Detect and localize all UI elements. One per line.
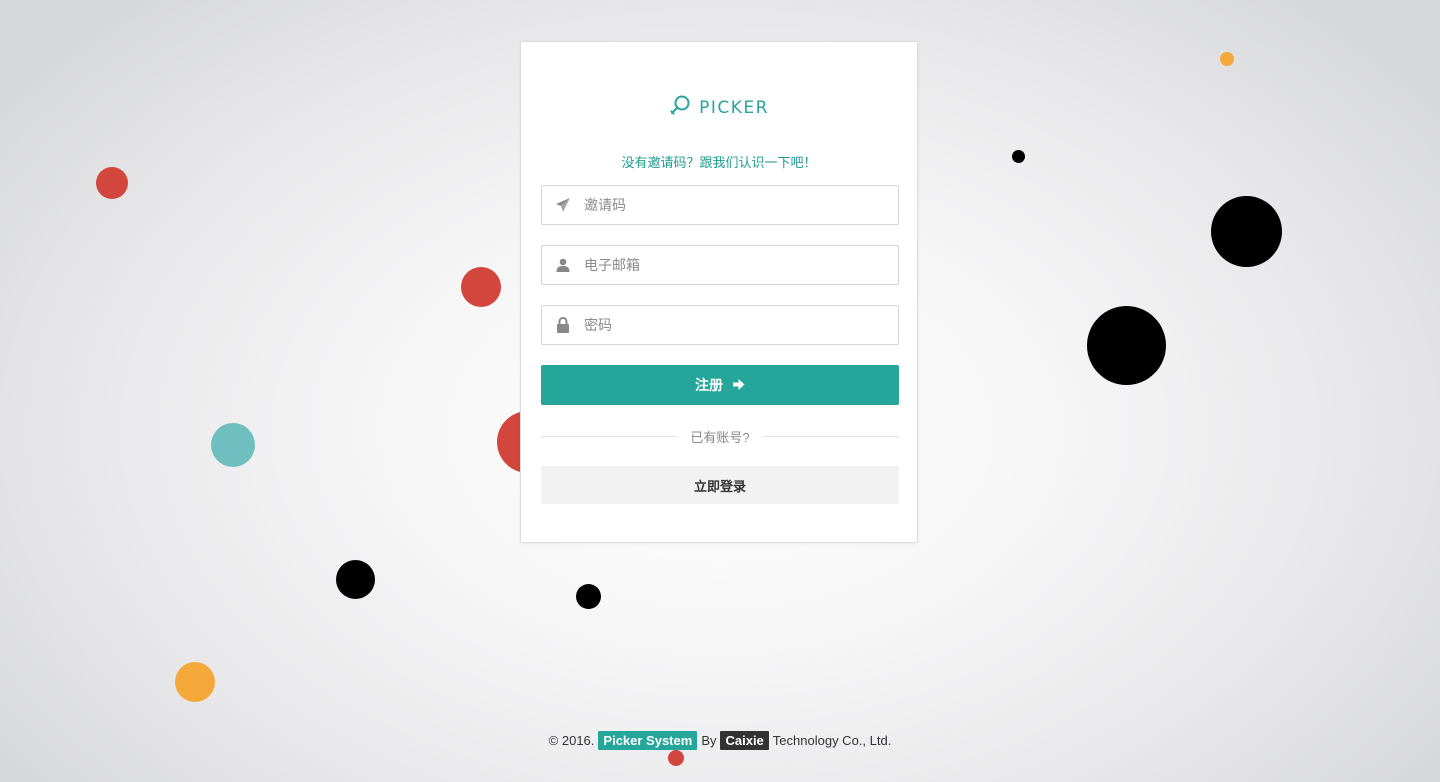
arrow-right-icon <box>733 377 745 393</box>
user-icon <box>542 258 584 272</box>
have-account-text: 已有账号? <box>690 429 750 445</box>
decorative-bubble-black <box>576 584 601 609</box>
company-name-label: Caixie <box>720 731 769 750</box>
decorative-bubble-black <box>1211 196 1282 267</box>
register-card: PICKER 没有邀请码？跟我们认识一下吧！ 邀请码 电子邮箱 注册 已有账号?… <box>520 41 918 543</box>
decorative-bubble-orange <box>1220 52 1234 66</box>
lock-icon <box>542 317 584 333</box>
invite-tagline-link[interactable]: 没有邀请码？跟我们认识一下吧！ <box>521 152 917 171</box>
password-field[interactable] <box>541 305 899 345</box>
brand-name: PICKER <box>699 97 769 118</box>
password-input[interactable] <box>584 306 898 344</box>
decorative-bubble-teal <box>211 423 255 467</box>
brand-logo: PICKER <box>521 94 917 121</box>
decorative-bubble-black <box>1012 150 1025 163</box>
by-text: By <box>701 733 717 748</box>
copyright-text: © 2016. <box>548 733 595 748</box>
decorative-bubble-red <box>668 750 684 766</box>
picker-logo-icon <box>669 94 691 121</box>
company-suffix-text: Technology Co., Ltd. <box>772 733 892 748</box>
paper-plane-icon <box>542 197 584 213</box>
register-button[interactable]: 注册 <box>541 365 899 405</box>
divider-line-left <box>541 435 679 437</box>
decorative-bubble-black <box>1087 306 1166 385</box>
invite-code-field[interactable] <box>541 185 899 225</box>
have-account-divider: 已有账号? <box>541 426 900 446</box>
decorative-bubble-black <box>336 560 375 599</box>
footer-copyright: © 2016. Picker System By Caixie Technolo… <box>0 731 1440 750</box>
decorative-bubble-red <box>461 267 501 307</box>
login-now-button[interactable]: 立即登录 <box>541 466 899 504</box>
decorative-bubble-orange <box>175 662 215 702</box>
email-input[interactable] <box>584 246 898 284</box>
register-button-label: 注册 <box>695 377 723 393</box>
invite-code-input[interactable] <box>584 186 898 224</box>
email-field[interactable] <box>541 245 899 285</box>
divider-line-right <box>761 435 900 437</box>
product-name-label: Picker System <box>598 731 698 750</box>
decorative-bubble-red <box>96 167 128 199</box>
